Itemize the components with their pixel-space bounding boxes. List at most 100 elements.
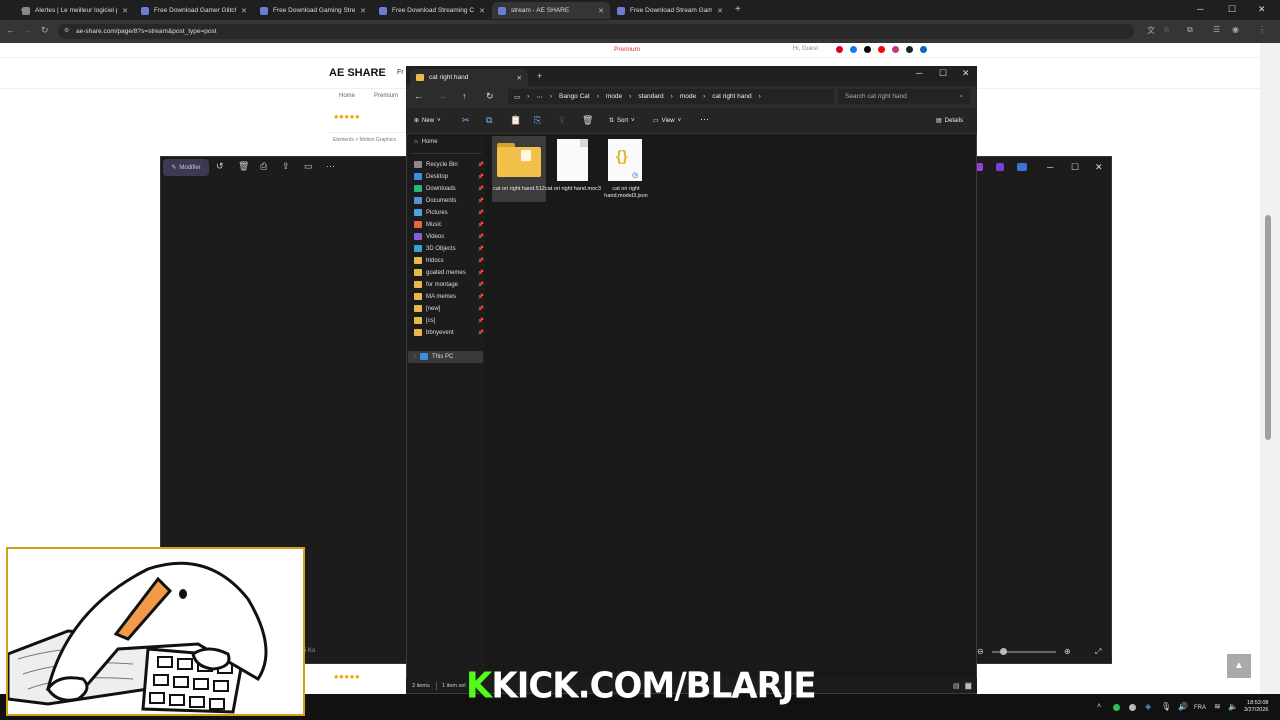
browser-tab[interactable]: Free Download Stream Gaming ✕ <box>611 2 729 19</box>
folder-thumbnail[interactable] <box>497 141 541 177</box>
up-icon[interactable]: ↑ <box>462 91 467 101</box>
details-view-icon[interactable]: ▤ <box>953 682 960 690</box>
social-icon[interactable] <box>920 46 927 53</box>
translate-icon[interactable]: 文 <box>1147 25 1155 36</box>
sidebar-item-this-pc-label[interactable]: › This PC <box>414 351 484 362</box>
paste-icon[interactable]: 📋 <box>510 115 521 126</box>
close-button[interactable]: ✕ <box>1258 4 1266 15</box>
pin-icon[interactable]: 📌 <box>478 258 484 264</box>
close-tab-icon[interactable]: ✕ <box>360 7 366 15</box>
sidebar-item[interactable]: Music 📌 <box>414 219 484 230</box>
close-tab-icon[interactable]: ✕ <box>517 74 522 82</box>
share-icon[interactable]: ⇪ <box>558 115 566 126</box>
close-tab-icon[interactable]: ✕ <box>479 7 485 15</box>
premium-link[interactable]: Premium <box>614 46 640 53</box>
share-icon[interactable]: ⇪ <box>282 161 290 172</box>
pin-icon[interactable]: 📌 <box>478 270 484 276</box>
new-tab-button[interactable]: + <box>537 71 542 81</box>
zoom-in-icon[interactable]: ⊕ <box>1064 647 1071 656</box>
file-name[interactable]: cat ori right hand.512 <box>491 186 547 193</box>
pin-icon[interactable]: 📌 <box>478 282 484 288</box>
social-icon[interactable] <box>878 46 885 53</box>
pin-icon[interactable]: 📌 <box>478 174 484 180</box>
copy-icon[interactable]: ⧉ <box>486 115 492 126</box>
chevron-up-icon[interactable]: ˄ <box>1097 703 1101 710</box>
social-icon[interactable] <box>850 46 857 53</box>
pin-icon[interactable]: 📌 <box>478 222 484 228</box>
crumb-item[interactable]: Bango Cat <box>559 93 590 100</box>
media-icon[interactable]: ☰ <box>1213 25 1220 34</box>
crumb-item[interactable]: cat right hand <box>712 93 751 100</box>
monitor-icon[interactable]: ▭ <box>514 93 520 101</box>
forward-icon[interactable]: → <box>23 25 32 35</box>
refresh-icon[interactable]: ↻ <box>486 91 494 102</box>
crumb-item[interactable]: standard <box>638 93 663 100</box>
more-icon[interactable]: ⋯ <box>326 161 335 172</box>
sidebar-item[interactable]: Pictures 📌 <box>414 207 484 218</box>
pin-icon[interactable]: 📌 <box>478 210 484 216</box>
zoom-slider-knob[interactable] <box>1000 648 1007 655</box>
cloud-icon[interactable] <box>1017 163 1027 171</box>
new-button[interactable]: ⊕ New ˅ <box>414 117 441 125</box>
browser-tab[interactable]: Alertes | Le meilleur logiciel po ✕ <box>16 2 134 19</box>
sidebar-item[interactable]: Videos 📌 <box>414 231 484 242</box>
back-icon[interactable]: ← <box>414 91 423 101</box>
view-button[interactable]: ▭ View ˅ <box>653 117 681 125</box>
explorer-maximize-button[interactable]: ☐ <box>939 68 947 79</box>
modifier-button[interactable]: ✎ Modifier <box>163 159 209 176</box>
back-to-top-button[interactable]: ▲ <box>1227 654 1251 678</box>
details-button[interactable]: ▤ Details <box>936 117 963 125</box>
pin-icon[interactable]: 📌 <box>478 306 484 312</box>
explorer-minimize-button[interactable]: ─ <box>916 68 922 78</box>
bookmark-star-icon[interactable]: ☆ <box>1163 25 1170 34</box>
close-tab-icon[interactable]: ✕ <box>717 7 723 15</box>
browser-tab[interactable]: Free Download Gamer Glitch S ✕ <box>135 2 253 19</box>
pin-icon[interactable]: 📌 <box>478 294 484 300</box>
file-name[interactable]: cat ori right hand.moc3 <box>545 186 601 193</box>
delete-icon[interactable]: 🗑 <box>582 115 593 126</box>
url-input[interactable]: ⚙ ae-share.com/page/8?s=stream&post_type… <box>58 24 1134 39</box>
browser-tab[interactable]: Free Download Gaming Stream ✕ <box>254 2 372 19</box>
more-icon[interactable]: ⋯ <box>700 114 709 125</box>
nav-home[interactable]: Home <box>339 93 355 99</box>
browser-tab[interactable]: stream - AE SHARE ✕ <box>492 2 610 19</box>
app-icon[interactable] <box>996 163 1004 171</box>
slideshow-icon[interactable]: ▭ <box>304 161 313 172</box>
sidebar-item[interactable]: goated memes 📌 <box>414 267 484 278</box>
rotate-icon[interactable]: ↺ <box>216 161 224 172</box>
pin-icon[interactable]: 📌 <box>478 186 484 192</box>
social-icon[interactable] <box>906 46 913 53</box>
fullscreen-icon[interactable]: ⤢ <box>1095 647 1101 657</box>
pin-icon[interactable]: 📌 <box>478 318 484 324</box>
wifi-icon[interactable]: ≋ <box>1214 702 1221 711</box>
viewer-close-button[interactable]: ✕ <box>1095 162 1103 173</box>
extensions-icon[interactable]: ⧉ <box>1187 25 1193 35</box>
menu-icon[interactable]: ⋮ <box>1258 25 1266 34</box>
close-tab-icon[interactable]: ✕ <box>122 7 128 15</box>
reload-icon[interactable]: ↻ <box>41 25 49 36</box>
site-info-icon[interactable]: ⚙ <box>64 27 69 34</box>
overflow-icon[interactable]: ⋯ <box>536 93 543 101</box>
language-indicator[interactable]: FRA <box>1194 705 1206 711</box>
pin-icon[interactable]: 📌 <box>478 234 484 240</box>
sidebar-item[interactable]: for montage 📌 <box>414 279 484 290</box>
cut-icon[interactable]: ✂ <box>462 115 470 126</box>
nav-premium[interactable]: Premium <box>374 93 398 99</box>
explorer-tab[interactable]: cat right hand ✕ <box>410 69 528 86</box>
profile-icon[interactable]: ◉ <box>1232 25 1239 34</box>
steam-icon[interactable]: ◈ <box>1145 702 1151 711</box>
new-tab-button[interactable]: + <box>735 4 741 15</box>
json-file-icon[interactable]: {} ⧁ <box>608 139 642 181</box>
search-input[interactable]: Search cat right hand ⌕ <box>838 89 970 104</box>
sidebar-item[interactable]: 3D Objects 📌 <box>414 243 484 254</box>
file-name[interactable]: cat ori right hand.model3.json <box>598 186 654 200</box>
guest-label[interactable]: Hi, Guest <box>793 46 818 52</box>
file-icon[interactable] <box>557 139 588 181</box>
delete-icon[interactable]: 🗑 <box>238 161 249 172</box>
app-tray-icon[interactable] <box>1113 704 1120 711</box>
sidebar-item-home[interactable]: ⌂ Home <box>414 136 484 147</box>
minimize-button[interactable]: ─ <box>1197 4 1203 14</box>
zoom-out-icon[interactable]: ⊖ <box>977 647 984 656</box>
site-logo[interactable]: AE SHARE <box>329 67 386 79</box>
tiles-view-icon[interactable]: ▦ <box>965 682 972 690</box>
